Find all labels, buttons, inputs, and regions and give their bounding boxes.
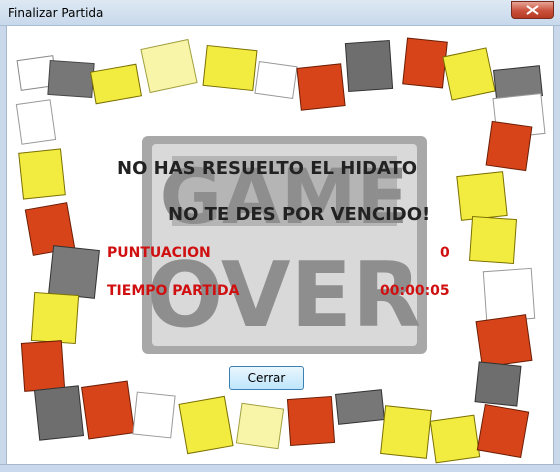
window-close-button[interactable] [511,1,554,19]
close-icon [526,5,539,15]
window-frame-bottom [0,464,560,472]
title-bar[interactable]: Finalizar Partida [0,0,560,26]
message-line-1: NO HAS RESUELTO EL HIDATO [117,158,418,179]
window-title: Finalizar Partida [8,6,104,20]
time-label: TIEMPO PARTIDA [107,283,240,299]
time-value: 00:00:05 [380,283,450,299]
message-line-2: NO TE DES POR VENCIDO! [168,204,431,225]
background-art: GAME OVER [15,37,546,464]
close-button[interactable]: Cerrar [229,366,304,390]
score-value: 0 [440,245,450,261]
score-label: PUNTUACION [107,245,211,261]
dialog-content: GAME OVER NO HAS RESUELTO EL HIDATO NO T… [7,26,553,464]
window-frame-left [0,26,7,472]
window-frame-right [553,26,560,472]
